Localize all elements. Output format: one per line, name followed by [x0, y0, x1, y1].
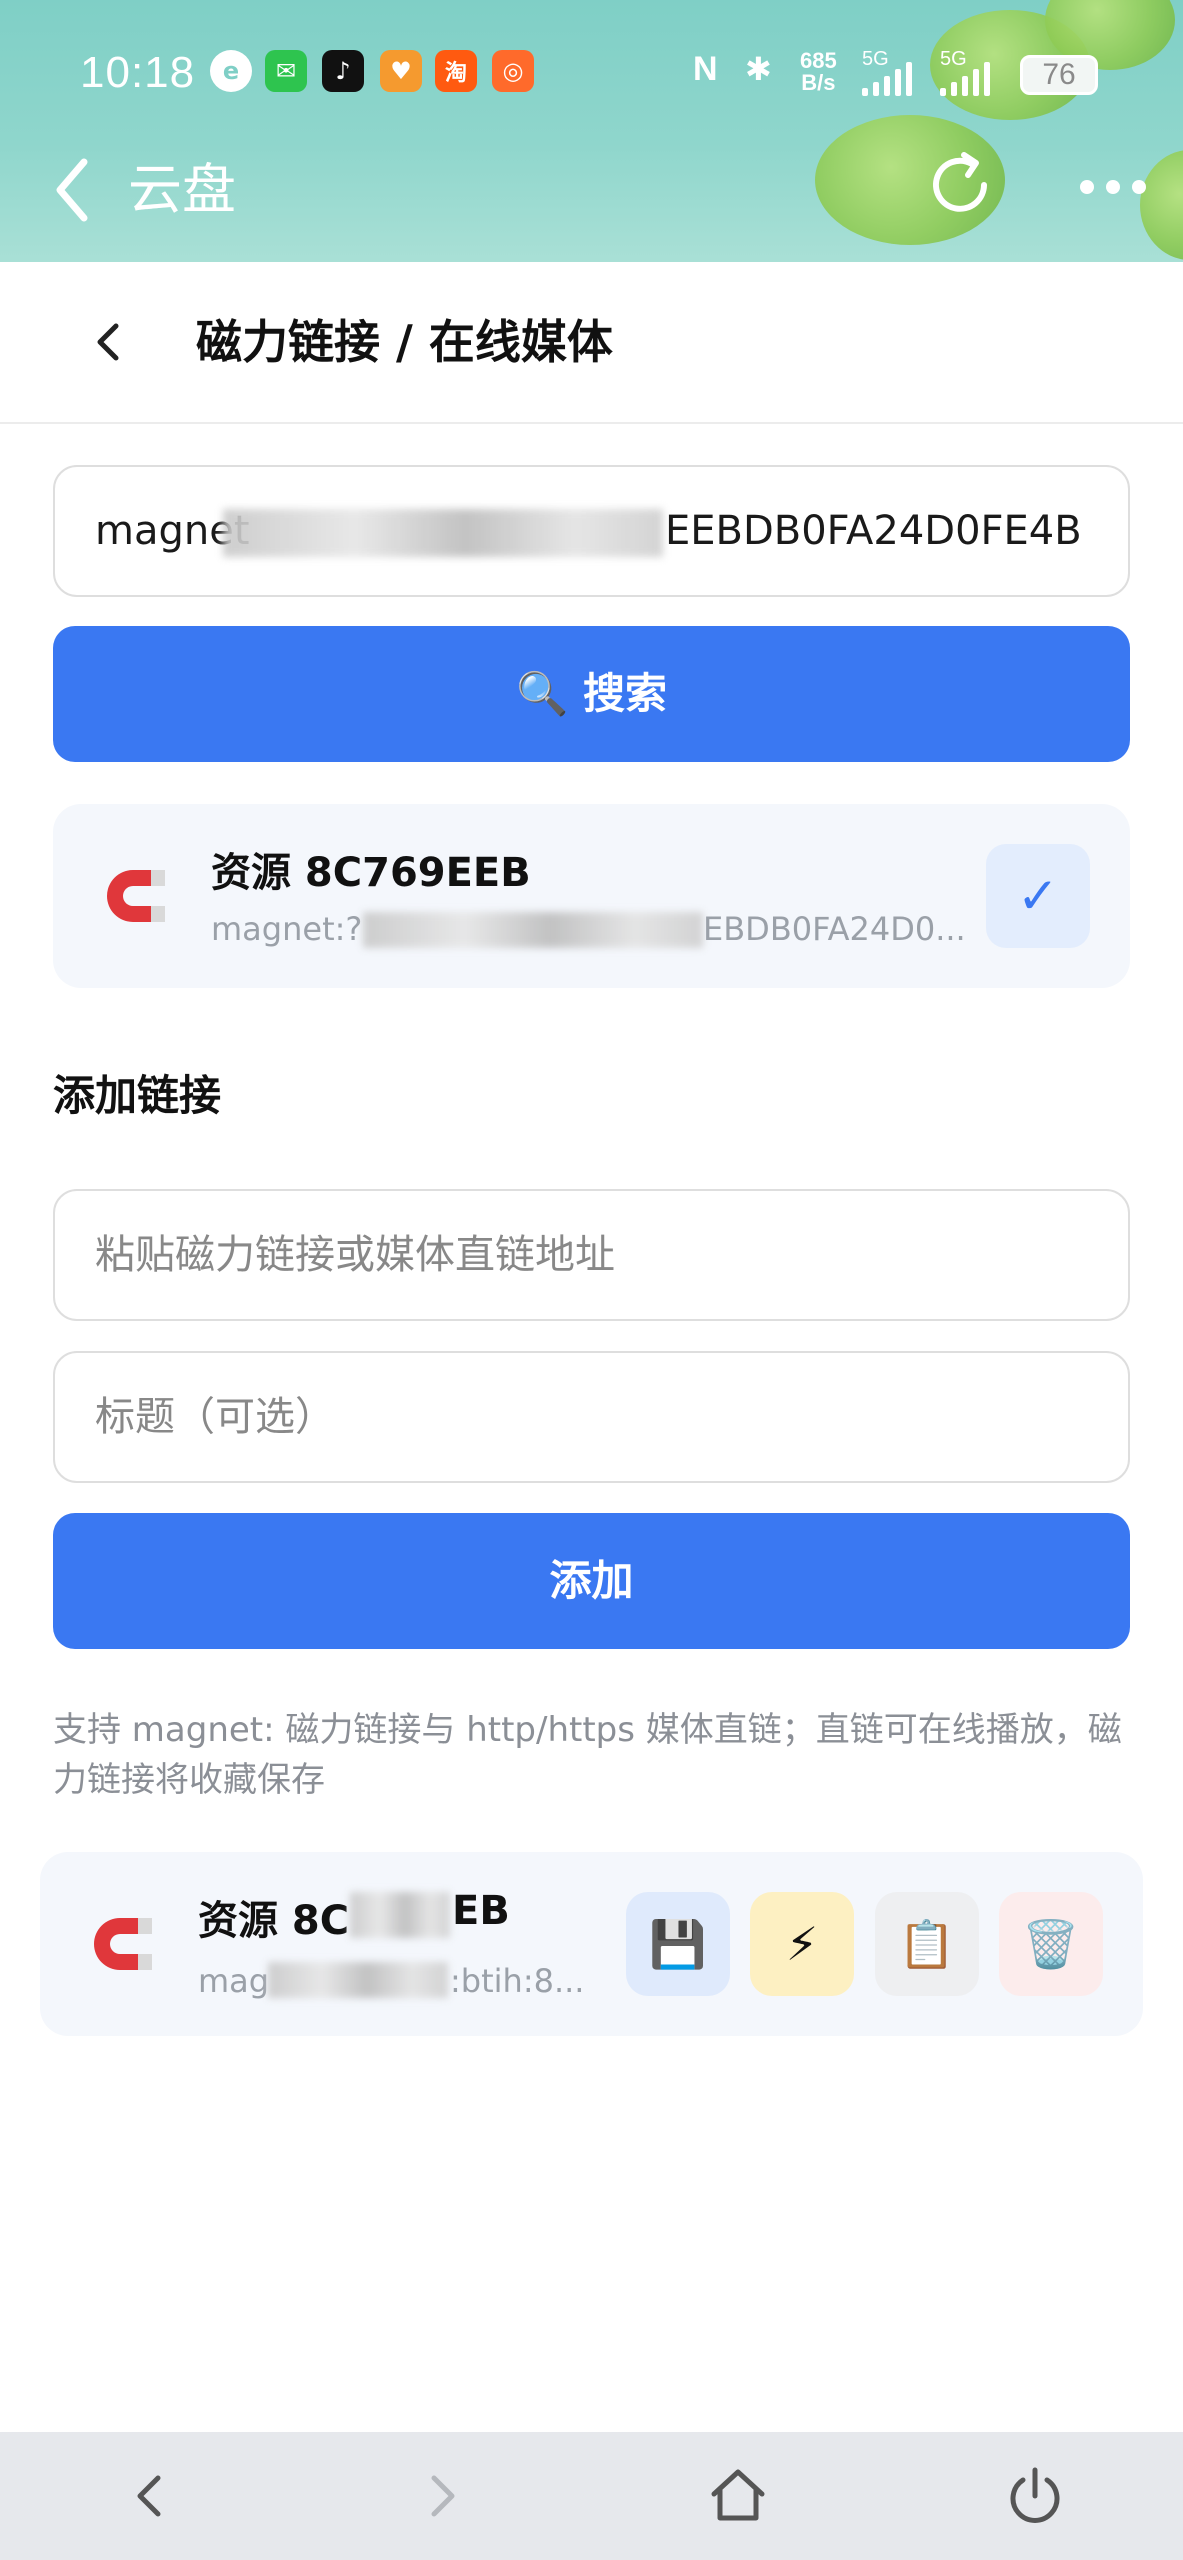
- saved-subtitle-end: :btih:8...: [450, 1962, 585, 2000]
- bluetooth-icon: ✱: [745, 51, 772, 87]
- browser-bottom-nav: [0, 2432, 1183, 2560]
- kuaishou-icon: ◎: [492, 50, 534, 92]
- page-back-icon[interactable]: [88, 312, 128, 372]
- redacted-text: [363, 912, 703, 948]
- result-subtitle-end: EBDB0FA24D0...: [703, 910, 966, 948]
- nav-back-icon[interactable]: [110, 2456, 190, 2536]
- signal-2-icon: [940, 60, 990, 96]
- back-arrow-icon[interactable]: [46, 150, 106, 230]
- qq-browser-icon: e: [210, 50, 252, 92]
- copy-button[interactable]: 📋: [875, 1892, 979, 1996]
- net-speed-unit: B/s: [801, 70, 836, 95]
- status-bar: 10:18 e ✉ ♪ ♥ 淘 ◎ N ✱ 685 B/s 5G 5G 76: [0, 0, 1183, 150]
- add-link-heading: 添加链接: [53, 1071, 222, 1120]
- title-input[interactable]: 标题（可选）: [53, 1351, 1130, 1483]
- search-value-end: EEBDB0FA24D0FE4B: [665, 508, 1082, 554]
- refresh-icon[interactable]: [920, 145, 1000, 225]
- support-hint: 支持 magnet: 磁力链接与 http/https 媒体直链；直链可在线播放…: [53, 1710, 1122, 1800]
- search-button[interactable]: 🔍 搜索: [53, 626, 1130, 762]
- taobao-icon: 淘: [435, 50, 477, 92]
- nav-home-icon[interactable]: [698, 2456, 778, 2536]
- play-button[interactable]: ⚡: [750, 1892, 854, 1996]
- redacted-text: [223, 509, 663, 557]
- signal-1-icon: [862, 60, 912, 96]
- tiktok-icon: ♪: [322, 50, 364, 92]
- saved-title-end: EB: [452, 1888, 510, 1934]
- page-title: 磁力链接 / 在线媒体: [196, 315, 613, 369]
- nav-forward-icon[interactable]: [402, 2456, 482, 2536]
- save-button[interactable]: 💾: [626, 1892, 730, 1996]
- magnet-icon: [107, 870, 165, 922]
- magnet-icon: [94, 1918, 152, 1970]
- saved-subtitle-start: mag: [198, 1962, 270, 2000]
- nav-power-icon[interactable]: [995, 2456, 1075, 2536]
- app-bar: 云盘: [0, 140, 1183, 240]
- nfc-icon: N: [693, 50, 718, 88]
- app-header: 10:18 e ✉ ♪ ♥ 淘 ◎ N ✱ 685 B/s 5G 5G 76 云…: [0, 0, 1183, 262]
- saved-title-start: 资源 8C: [198, 1898, 350, 1944]
- net-speed: 685 B/s: [800, 50, 837, 94]
- battery-icon: 76: [1020, 55, 1098, 95]
- result-title: 资源 8C769EEB: [211, 850, 531, 896]
- net-speed-value: 685: [800, 48, 837, 73]
- page-header: 磁力链接 / 在线媒体: [0, 262, 1183, 424]
- add-button[interactable]: 添加: [53, 1513, 1130, 1649]
- magnet-search-input[interactable]: magnet EEBDB0FA24D0FE4B: [53, 465, 1130, 597]
- search-result-card[interactable]: 资源 8C769EEB magnet:?x EBDB0FA24D0... ✓: [53, 804, 1130, 988]
- redacted-text: [350, 1892, 450, 1938]
- link-input[interactable]: 粘贴磁力链接或媒体直链地址: [53, 1189, 1130, 1321]
- title-input-placeholder: 标题（可选）: [95, 1394, 335, 1440]
- result-subtitle-start: magnet:?x: [211, 910, 361, 948]
- taobao-heart-icon: ♥: [380, 50, 422, 92]
- link-input-placeholder: 粘贴磁力链接或媒体直链地址: [95, 1232, 615, 1278]
- more-options-icon[interactable]: [1080, 180, 1146, 194]
- status-time: 10:18: [80, 48, 196, 97]
- app-title: 云盘: [128, 158, 236, 221]
- select-result-button[interactable]: ✓: [986, 844, 1090, 948]
- redacted-text: [268, 1962, 448, 1998]
- delete-button[interactable]: 🗑️: [999, 1892, 1103, 1996]
- wechat-icon: ✉: [265, 50, 307, 92]
